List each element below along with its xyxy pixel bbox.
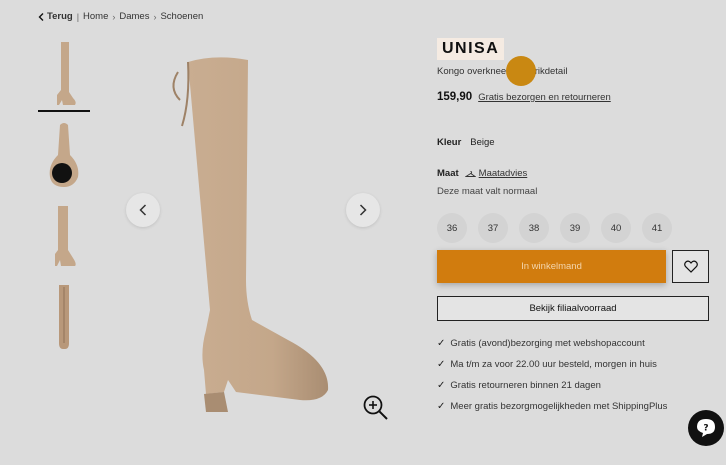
usp-text: Gratis (avond)bezorging met webshopaccou… — [450, 338, 645, 349]
usp-item: ✓ Gratis (avond)bezorging met webshopacc… — [437, 333, 712, 354]
thumbnail-top-view[interactable] — [38, 119, 90, 191]
breadcrumb: Terug | Home › Dames › Schoenen — [38, 11, 203, 22]
size-label: Maat — [437, 168, 459, 179]
size-option-38[interactable]: 38 — [519, 213, 549, 243]
usp-item: ✓ Ma t/m za voor 22.00 uur besteld, morg… — [437, 354, 712, 375]
chevron-right-icon: › — [153, 11, 157, 22]
store-stock-button[interactable]: Bekijk filiaalvoorraad — [437, 296, 709, 321]
wishlist-button[interactable] — [672, 250, 709, 283]
next-image-button[interactable] — [346, 193, 380, 227]
back-label: Terug — [47, 11, 73, 22]
boot-thumbnail-image — [49, 123, 79, 187]
zoom-in-icon — [363, 395, 388, 420]
check-icon: ✓ — [437, 359, 446, 370]
usp-text: Gratis retourneren binnen 21 dagen — [450, 380, 601, 391]
price-row: 159,90 Gratis bezorgen en retourneren — [437, 91, 712, 103]
chevron-right-icon: › — [112, 11, 116, 22]
brand-name[interactable]: UNISA — [437, 38, 505, 60]
boot-thumbnail-image — [59, 285, 69, 349]
product-title-text: Kongo overknee met strikdetail — [437, 66, 568, 77]
check-icon: ✓ — [437, 401, 446, 412]
zoom-button[interactable] — [362, 394, 390, 422]
breadcrumb-dames[interactable]: Dames — [119, 11, 149, 22]
size-option-37[interactable]: 37 — [478, 213, 508, 243]
thumbnail-back-view[interactable] — [38, 281, 90, 353]
size-row: Maat Maatadvies — [437, 168, 712, 179]
main-product-image — [120, 40, 390, 440]
separator: | — [76, 11, 80, 22]
prev-image-button[interactable] — [126, 193, 160, 227]
product-title: Kongo overknee met strikdetail — [437, 56, 712, 86]
boot-image — [172, 57, 329, 412]
color-label: Kleur — [437, 137, 462, 148]
hanger-icon — [464, 170, 476, 177]
size-advice-link[interactable]: Maatadvies — [464, 168, 528, 179]
add-to-cart-button[interactable]: In winkelmand — [437, 250, 666, 283]
usp-item: ✓ Gratis retourneren binnen 21 dagen — [437, 375, 712, 396]
boot-thumbnail-image — [57, 42, 76, 105]
thumbnail-list — [38, 38, 90, 362]
size-option-40[interactable]: 40 — [601, 213, 631, 243]
thumbnail-front-view[interactable] — [38, 200, 90, 272]
thumbnail-side-view[interactable] — [38, 38, 90, 112]
breadcrumb-home[interactable]: Home — [83, 11, 108, 22]
size-advice-label: Maatadvies — [478, 168, 528, 179]
check-icon: ✓ — [437, 338, 446, 349]
check-icon: ✓ — [437, 380, 446, 391]
size-options: 36 37 38 39 40 41 — [437, 213, 712, 243]
usp-text: Ma t/m za voor 22.00 uur besteld, morgen… — [450, 359, 657, 370]
color-row: Kleur Beige — [437, 137, 712, 148]
size-option-41[interactable]: 41 — [642, 213, 672, 243]
color-value: Beige — [470, 137, 495, 148]
usp-text: Meer gratis bezorgmogelijkheden met Ship… — [450, 401, 668, 412]
chevron-right-icon — [359, 204, 367, 216]
heart-icon — [683, 260, 698, 273]
chevron-left-icon — [139, 204, 147, 216]
chevron-left-icon — [38, 12, 44, 21]
breadcrumb-schoenen[interactable]: Schoenen — [160, 11, 203, 22]
free-shipping-link[interactable]: Gratis bezorgen en retourneren — [478, 92, 611, 103]
price: 159,90 — [437, 91, 473, 103]
product-info: UNISA Kongo overknee met strikdetail 159… — [437, 38, 712, 417]
fit-note: Deze maat valt normaal — [437, 186, 538, 197]
cart-row: In winkelmand — [437, 250, 712, 283]
chat-button[interactable]: ? — [688, 410, 724, 446]
size-option-36[interactable]: 36 — [437, 213, 467, 243]
cursor-highlight — [506, 56, 536, 86]
svg-text:?: ? — [703, 424, 708, 434]
usp-list: ✓ Gratis (avond)bezorging met webshopacc… — [437, 333, 712, 417]
chat-question-icon: ? — [697, 419, 715, 437]
size-option-39[interactable]: 39 — [560, 213, 590, 243]
usp-item: ✓ Meer gratis bezorgmogelijkheden met Sh… — [437, 396, 712, 417]
boot-thumbnail-image — [55, 206, 76, 266]
back-link[interactable]: Terug — [38, 11, 73, 22]
